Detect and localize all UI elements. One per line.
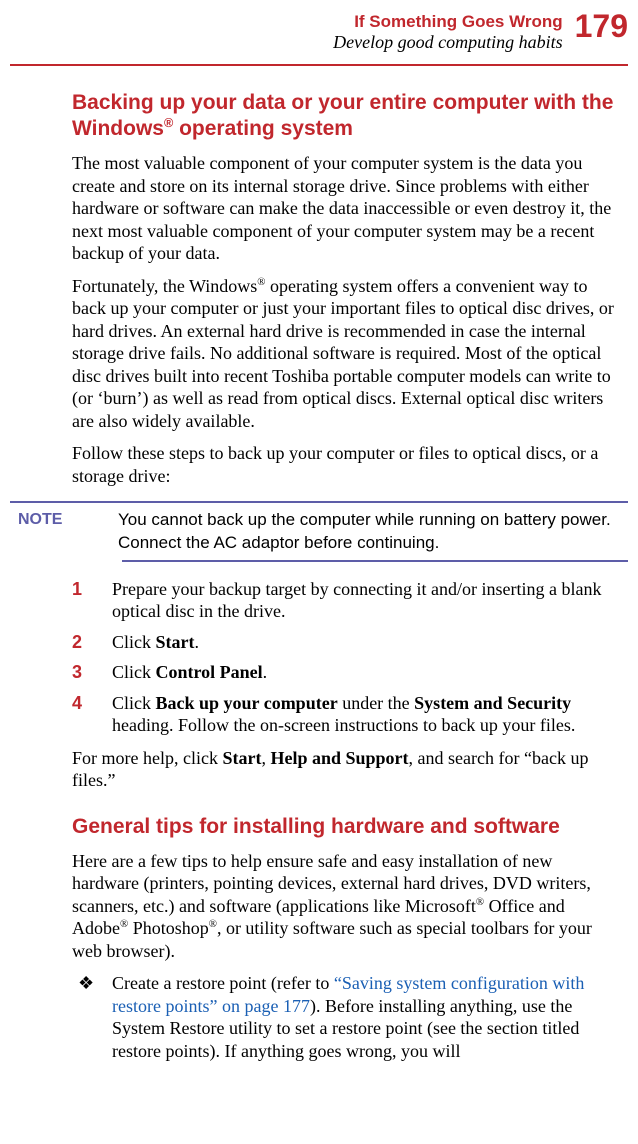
note-label: NOTE — [10, 509, 118, 529]
heading-line1: Backing up your data or your entire comp… — [72, 91, 613, 114]
step-1-text: Prepare your backup target by connecting… — [112, 579, 602, 622]
header-rule — [10, 64, 628, 66]
step-2: Click Start. — [72, 631, 622, 654]
note-row: NOTE You cannot back up the computer whi… — [10, 503, 628, 559]
registered-icon: ® — [164, 116, 173, 130]
step-3-b: Control Panel — [156, 662, 263, 682]
step-2-c: . — [195, 632, 200, 652]
p4-a: For more help, click — [72, 748, 222, 768]
step-2-b: Start — [156, 632, 195, 652]
step-4-c: under the — [338, 693, 414, 713]
heading-general-tips: General tips for installing hardware and… — [72, 814, 622, 840]
p5-c: Photoshop — [128, 918, 209, 938]
step-1: Prepare your backup target by connecting… — [72, 578, 622, 623]
header-chapter: If Something Goes Wrong — [333, 12, 562, 32]
paragraph-tips-intro: Here are a few tips to help ensure safe … — [72, 850, 622, 963]
bullet-a: Create a restore point (refer to — [112, 973, 334, 993]
bullet-restore-point: Create a restore point (refer to “Saving… — [72, 972, 622, 1062]
step-3-c: . — [263, 662, 268, 682]
registered-icon: ® — [209, 918, 217, 930]
page-header: If Something Goes Wrong Develop good com… — [10, 10, 628, 54]
p4-d: Help and Support — [270, 748, 408, 768]
step-4-d: System and Security — [414, 693, 571, 713]
p2-part-b: operating system offers a convenient way… — [72, 276, 614, 431]
bullet-list: Create a restore point (refer to “Saving… — [72, 972, 622, 1062]
paragraph-more-help: For more help, click Start, Help and Sup… — [72, 747, 622, 792]
paragraph-intro: The most valuable component of your comp… — [72, 152, 622, 265]
heading-line2-pre: Windows — [72, 117, 164, 140]
steps-list: Prepare your backup target by connecting… — [72, 578, 622, 737]
paragraph-windows-backup: Fortunately, the Windows® operating syst… — [72, 275, 622, 433]
p4-b: Start — [222, 748, 261, 768]
note-text: You cannot back up the computer while ru… — [118, 509, 628, 553]
paragraph-steps-lead: Follow these steps to back up your compu… — [72, 442, 622, 487]
header-section: Develop good computing habits — [333, 32, 562, 54]
registered-icon: ® — [120, 918, 128, 930]
step-2-a: Click — [112, 632, 156, 652]
step-4: Click Back up your computer under the Sy… — [72, 692, 622, 737]
header-text-block: If Something Goes Wrong Develop good com… — [333, 12, 562, 54]
heading-backup: Backing up your data or your entire comp… — [72, 90, 622, 143]
content-area: Backing up your data or your entire comp… — [72, 90, 622, 1062]
heading-line2-post: operating system — [173, 117, 353, 140]
registered-icon: ® — [476, 896, 484, 908]
page-number: 179 — [575, 10, 628, 42]
note-rule-bottom — [122, 560, 628, 562]
step-3-a: Click — [112, 662, 156, 682]
page: If Something Goes Wrong Develop good com… — [0, 0, 638, 1092]
p2-part-a: Fortunately, the Windows — [72, 276, 257, 296]
step-3: Click Control Panel. — [72, 661, 622, 684]
note-block: NOTE You cannot back up the computer whi… — [72, 501, 622, 561]
step-4-e: heading. Follow the on-screen instructio… — [112, 715, 575, 735]
step-4-b: Back up your computer — [156, 693, 338, 713]
step-4-a: Click — [112, 693, 156, 713]
